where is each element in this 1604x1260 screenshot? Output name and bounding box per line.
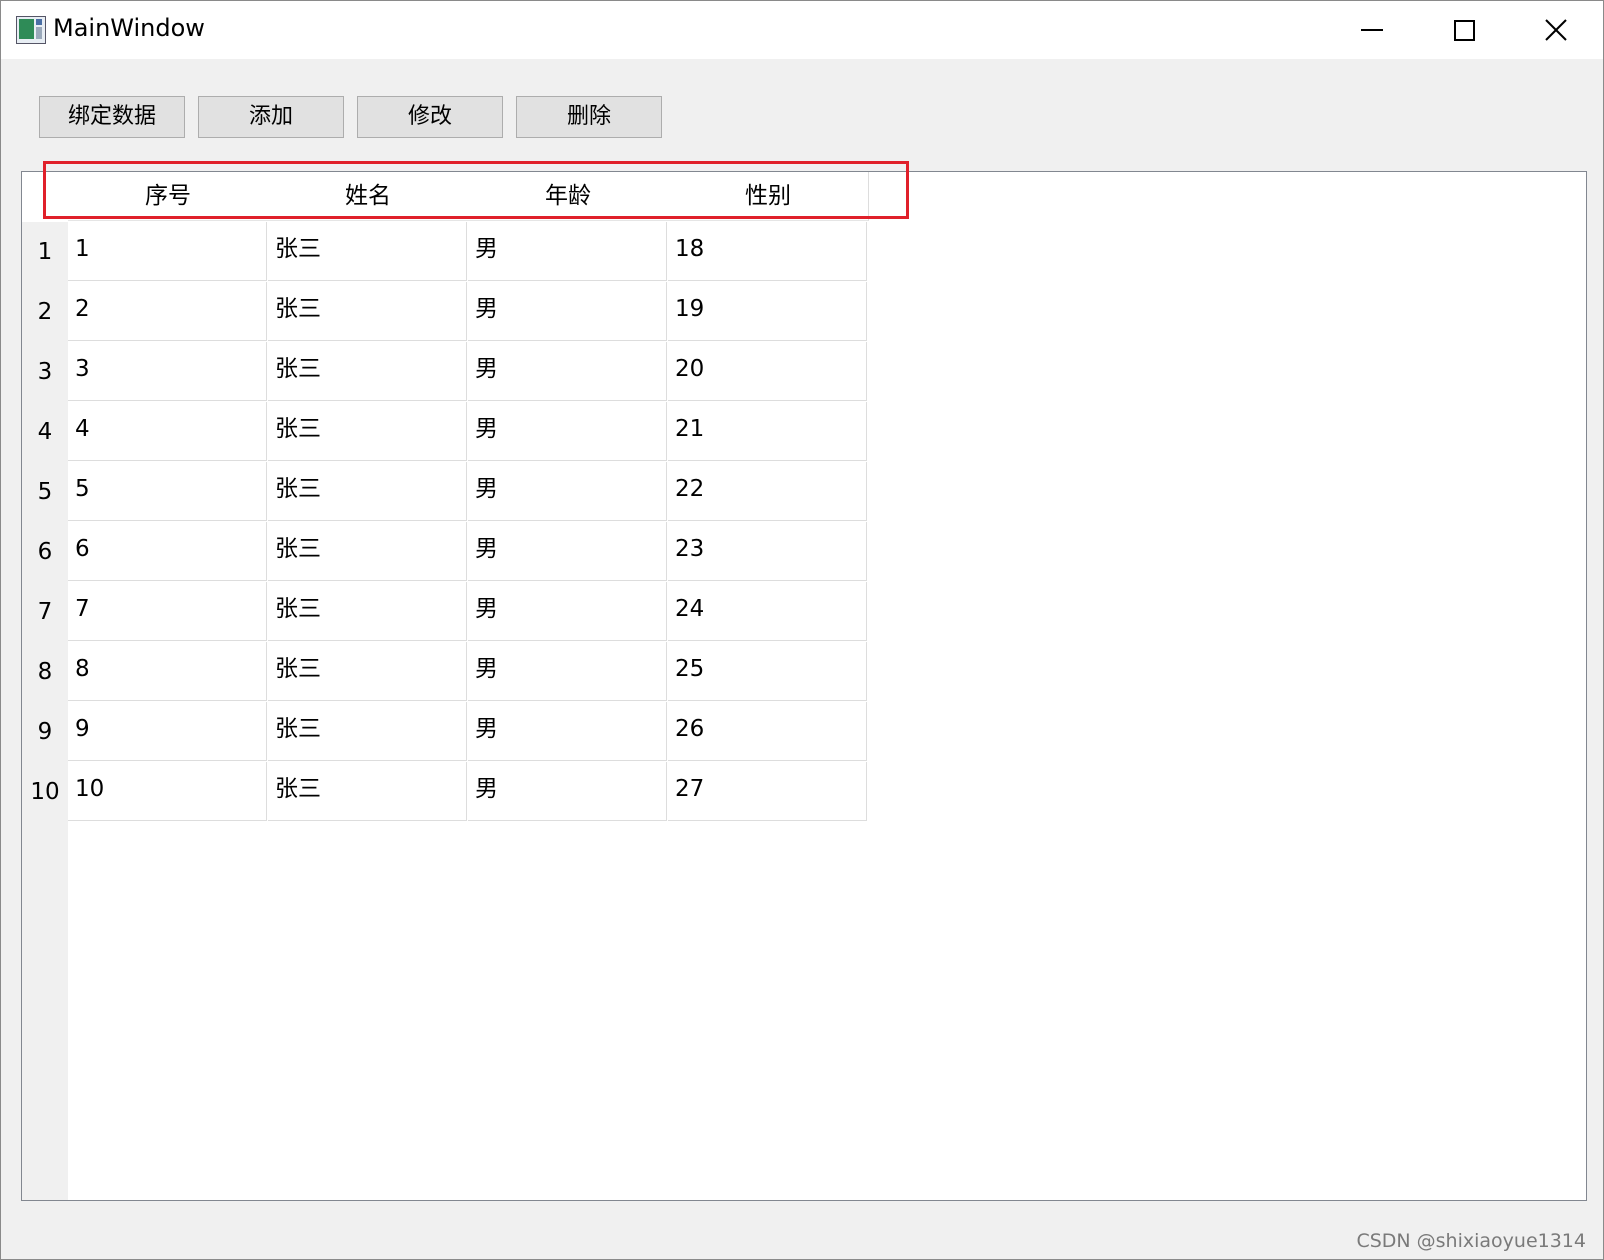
- close-icon: [1545, 19, 1567, 41]
- bind-data-button[interactable]: 绑定数据: [39, 96, 185, 138]
- table-cell[interactable]: 19: [668, 282, 867, 341]
- table-cell[interactable]: 10: [68, 762, 267, 821]
- table-cell[interactable]: 22: [668, 462, 867, 521]
- minimize-icon: [1361, 29, 1383, 31]
- row-header[interactable]: 3: [22, 342, 68, 402]
- column-header-index[interactable]: 序号: [68, 172, 269, 221]
- table-cell[interactable]: 男: [468, 402, 667, 461]
- edit-button[interactable]: 修改: [357, 96, 503, 138]
- table-cell[interactable]: 张三: [268, 642, 467, 701]
- table-cell[interactable]: 8: [68, 642, 267, 701]
- row-header[interactable]: 2: [22, 282, 68, 342]
- table-cell[interactable]: 男: [468, 642, 667, 701]
- delete-button[interactable]: 删除: [516, 96, 662, 138]
- column-header-age[interactable]: 年龄: [468, 172, 669, 221]
- table-cell[interactable]: 张三: [268, 222, 467, 281]
- window-title: MainWindow: [53, 14, 205, 42]
- column-header-name[interactable]: 姓名: [268, 172, 469, 221]
- column-header-gender[interactable]: 性别: [668, 172, 869, 221]
- table-cell[interactable]: 张三: [268, 402, 467, 461]
- table-cell[interactable]: 男: [468, 282, 667, 341]
- table-cell[interactable]: 张三: [268, 282, 467, 341]
- close-button[interactable]: [1510, 1, 1602, 59]
- app-icon: [16, 16, 46, 44]
- table-cell[interactable]: 3: [68, 342, 267, 401]
- row-header[interactable]: 8: [22, 642, 68, 702]
- table-cell[interactable]: 男: [468, 522, 667, 581]
- table-cell[interactable]: 21: [668, 402, 867, 461]
- table-cell[interactable]: 男: [468, 462, 667, 521]
- table-cell[interactable]: 男: [468, 342, 667, 401]
- table-cell[interactable]: 5: [68, 462, 267, 521]
- table-cell[interactable]: 23: [668, 522, 867, 581]
- table-cell[interactable]: 张三: [268, 522, 467, 581]
- table-cell[interactable]: 男: [468, 702, 667, 761]
- table-cell[interactable]: 27: [668, 762, 867, 821]
- table-cell[interactable]: 张三: [268, 342, 467, 401]
- table-cell[interactable]: 18: [668, 222, 867, 281]
- table-cell[interactable]: 张三: [268, 462, 467, 521]
- table-cell[interactable]: 26: [668, 702, 867, 761]
- add-button[interactable]: 添加: [198, 96, 344, 138]
- table-cell[interactable]: 1: [68, 222, 267, 281]
- maximize-icon: [1454, 20, 1475, 41]
- table-cell[interactable]: 男: [468, 762, 667, 821]
- table-cell[interactable]: 6: [68, 522, 267, 581]
- table-cell[interactable]: 男: [468, 582, 667, 641]
- row-header[interactable]: 9: [22, 702, 68, 762]
- table-cell[interactable]: 张三: [268, 762, 467, 821]
- table-cell[interactable]: 9: [68, 702, 267, 761]
- table-cell[interactable]: 25: [668, 642, 867, 701]
- row-header[interactable]: 1: [22, 222, 68, 282]
- table-cell[interactable]: 男: [468, 222, 667, 281]
- table-cell[interactable]: 20: [668, 342, 867, 401]
- maximize-button[interactable]: [1418, 1, 1510, 59]
- minimize-button[interactable]: [1326, 1, 1418, 59]
- row-header[interactable]: 6: [22, 522, 68, 582]
- row-header[interactable]: 5: [22, 462, 68, 522]
- title-bar[interactable]: MainWindow: [1, 1, 1603, 59]
- table-cell[interactable]: 24: [668, 582, 867, 641]
- row-header[interactable]: 7: [22, 582, 68, 642]
- watermark: CSDN @shixiaoyue1314: [1356, 1230, 1586, 1252]
- main-window: MainWindow 绑定数据 添加 修改 删除 序号 姓名 年龄 性别 11张…: [0, 0, 1604, 1260]
- row-header[interactable]: 10: [22, 762, 68, 822]
- grid-corner[interactable]: [22, 172, 68, 222]
- table-cell[interactable]: 2: [68, 282, 267, 341]
- table-cell[interactable]: 4: [68, 402, 267, 461]
- table-cell[interactable]: 张三: [268, 702, 467, 761]
- data-grid[interactable]: 序号 姓名 年龄 性别 1 1 张三男 18 2 2 张三男 19 3 3 张三男 20 4 4 张三男 21…: [21, 171, 1587, 1201]
- row-header[interactable]: 4: [22, 402, 68, 462]
- table-cell[interactable]: 张三: [268, 582, 467, 641]
- table-cell[interactable]: 7: [68, 582, 267, 641]
